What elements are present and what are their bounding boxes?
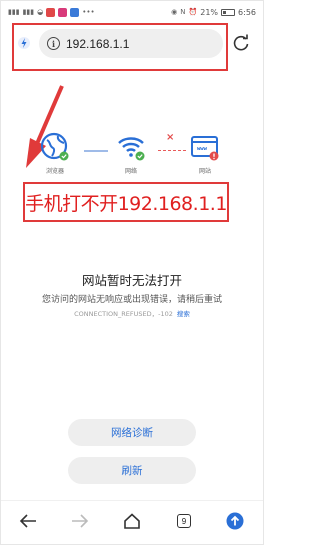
url-bar[interactable]: i 192.168.1.1: [39, 29, 223, 58]
browser-globe-icon: [40, 132, 69, 161]
signal-icon-2: ▮▮▮: [22, 8, 35, 16]
www-text: www: [197, 146, 207, 152]
refresh-button[interactable]: 刷新: [68, 457, 196, 484]
browser-node: 浏览器: [40, 132, 70, 175]
battery-icon: [221, 8, 236, 16]
connector-line: [84, 150, 108, 152]
upload-arrow-icon: [226, 512, 244, 530]
network-node: 网络: [116, 132, 146, 175]
alarm-icon: ⏰: [188, 8, 198, 16]
connection-diagram: 浏览器 网络 × 网站 www: [40, 132, 230, 178]
nfc-icon: N: [180, 8, 186, 16]
status-right: ◉ N ⏰ 21% 6:56: [171, 8, 256, 17]
annotation-title: 手机打不开192.168.1.1: [25, 192, 227, 215]
status-bar: ▮▮▮ ▮▮▮ ◒ ••• ◉ N ⏰ 21% 6:56: [0, 0, 264, 24]
info-icon[interactable]: i: [47, 37, 60, 50]
battery-percent: 21%: [200, 7, 219, 17]
site-node: 网站: [190, 132, 220, 175]
signal-icon: ▮▮▮: [8, 8, 20, 16]
lightning-icon[interactable]: [18, 36, 30, 50]
forward-arrow-icon: [72, 514, 89, 528]
status-left: ▮▮▮ ▮▮▮ ◒ •••: [8, 7, 95, 17]
reload-icon[interactable]: [232, 34, 250, 52]
wifi-icon: [118, 137, 145, 161]
url-text[interactable]: 192.168.1.1: [66, 37, 129, 51]
wifi-status-icon: ◒: [37, 8, 44, 16]
back-arrow-icon: [19, 514, 36, 528]
broken-connector-line: [158, 150, 186, 151]
home-icon: [124, 513, 140, 529]
search-link[interactable]: 搜索: [177, 310, 190, 318]
disconnect-x-icon: ×: [166, 132, 175, 143]
bottom-nav: 9: [0, 500, 264, 540]
site-label: 网站: [198, 168, 211, 175]
forward-button[interactable]: [69, 510, 91, 532]
error-code-line: CONNECTION_REFUSED，-102 搜索: [0, 308, 264, 318]
app-notification-icon: [46, 7, 56, 17]
upload-button[interactable]: [224, 510, 246, 532]
eye-icon: ◉: [171, 8, 178, 16]
tab-count: 9: [177, 514, 191, 528]
clock: 6:56: [238, 7, 256, 17]
error-description: 您访问的网站无响应或出现错误，请稍后重试: [41, 295, 222, 305]
network-label: 网络: [124, 168, 137, 175]
home-button[interactable]: [121, 510, 143, 532]
annotation-title-box: 手机打不开192.168.1.1: [23, 182, 229, 222]
tabs-button[interactable]: 9: [173, 510, 195, 532]
app-notification-icon-3: [70, 7, 80, 17]
app-notification-icon-2: [58, 7, 68, 17]
network-diagnose-button[interactable]: 网络诊断: [68, 419, 196, 446]
error-heading: 网站暂时无法打开: [81, 273, 182, 288]
error-code: CONNECTION_REFUSED，-102: [74, 310, 173, 318]
back-button[interactable]: [17, 510, 39, 532]
browser-label: 浏览器: [45, 168, 64, 175]
more-notifications-icon: •••: [82, 8, 95, 16]
